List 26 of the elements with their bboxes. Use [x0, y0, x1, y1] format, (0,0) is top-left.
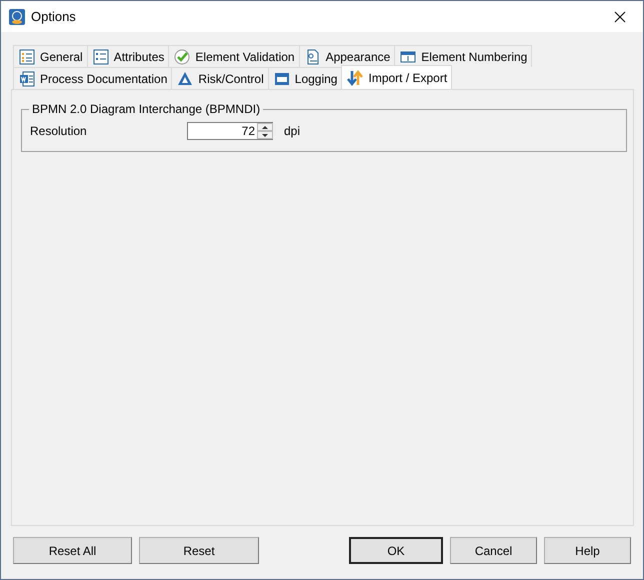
document-icon	[304, 48, 321, 64]
group-title: BPMN 2.0 Diagram Interchange (BPMNDI)	[31, 102, 262, 116]
arrows-icon	[347, 70, 364, 86]
field-label: Resolution	[30, 124, 88, 138]
window-title: Options	[31, 9, 76, 24]
tab[interactable]: General	[13, 45, 88, 67]
app-icon	[9, 8, 25, 24]
dialog-button[interactable]: Cancel	[450, 537, 537, 564]
dialog-button[interactable]: Reset	[139, 537, 259, 564]
dialog-button[interactable]: Help	[544, 537, 631, 564]
word-document-icon	[19, 70, 35, 86]
unit-label: dpi	[284, 124, 300, 138]
triangle-icon	[177, 70, 194, 86]
window-icon	[400, 48, 416, 64]
tab[interactable]: Attributes	[86, 45, 170, 67]
dialog-button[interactable]: Reset All	[13, 537, 132, 564]
tab[interactable]: Import / Export	[341, 65, 452, 89]
window-icon	[274, 70, 290, 86]
tab[interactable]: Appearance	[298, 45, 396, 67]
tab[interactable]: Element Numbering	[394, 45, 532, 67]
checkmark-icon	[174, 48, 190, 64]
tab[interactable]: Process Documentation	[13, 67, 172, 89]
list-icon	[92, 48, 109, 64]
dialog-button[interactable]: OK	[349, 537, 443, 564]
list-icon	[19, 48, 35, 64]
tab[interactable]: Element Validation	[168, 45, 300, 67]
